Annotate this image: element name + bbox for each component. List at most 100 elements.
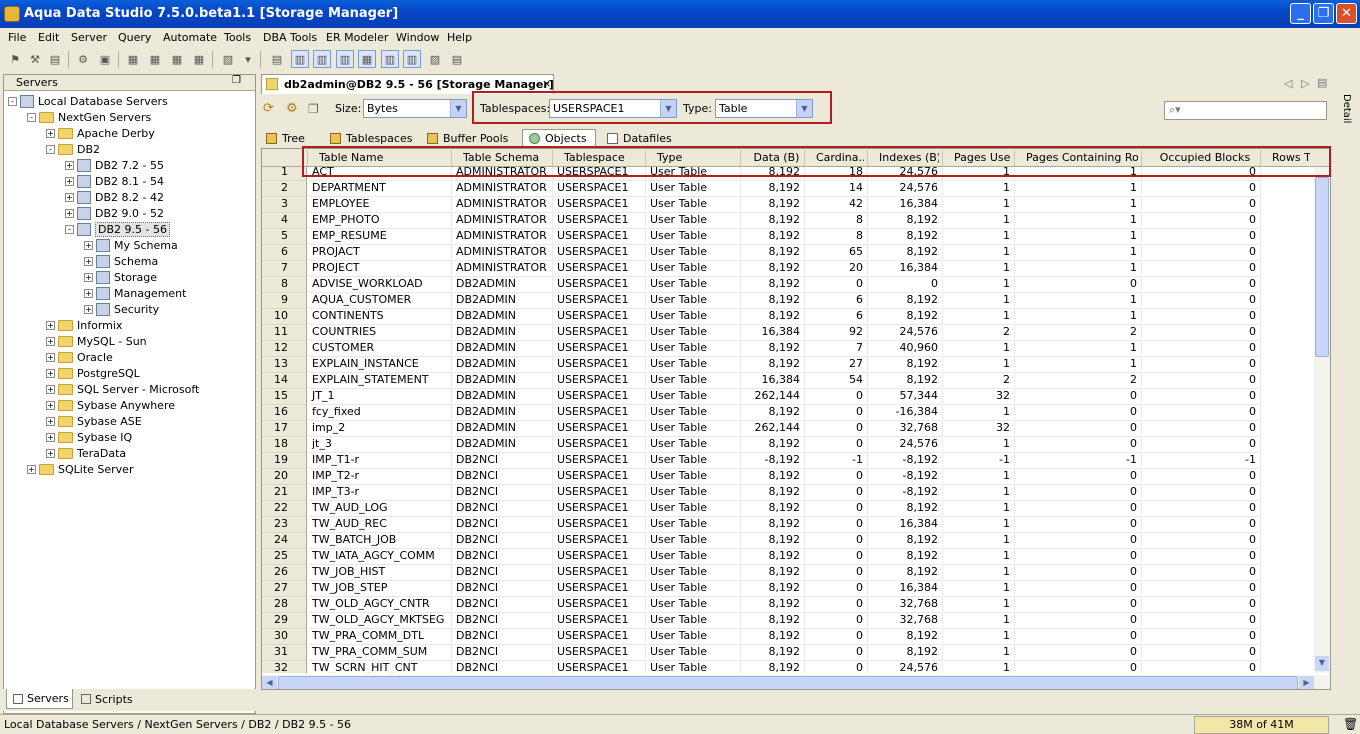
tab-list-icon[interactable]: ▤ [1317, 76, 1327, 89]
tree-node[interactable]: + Security [84, 301, 159, 317]
table-row[interactable]: 29 TW_OLD_AGCY_MKTSEG DB2NCI USERSPACE1 User… [262, 613, 1314, 629]
tree-node[interactable]: + DB2 8.1 - 54 [65, 173, 164, 189]
expand-icon[interactable]: + [46, 128, 55, 138]
menu-er-modeler[interactable]: ER Modeler [326, 31, 388, 44]
table-row[interactable]: 6 PROJACT ADMINISTRATOR USERSPACE1 User Tabl… [262, 245, 1314, 261]
table-row[interactable]: 25 TW_IATA_AGCY_COMM DB2NCI USERSPACE1 User … [262, 549, 1314, 565]
tree-node[interactable]: + DB2 7.2 - 55 [65, 157, 164, 173]
tree-node[interactable]: + Storage [84, 269, 157, 285]
row-number[interactable]: 18 [262, 437, 307, 453]
tab-scroll-right-icon[interactable]: ▷ [1301, 77, 1309, 90]
tree-node[interactable]: + SQLite Server [27, 461, 133, 477]
row-number[interactable]: 30 [262, 629, 307, 645]
tree-node[interactable]: + Sybase IQ [46, 429, 132, 445]
tablespaces-select[interactable]: USERSPACE1 ▼ [549, 99, 677, 118]
memory-indicator[interactable]: 38M of 41M [1194, 716, 1329, 734]
script-icon[interactable]: ▧ [219, 50, 237, 68]
tree-node[interactable]: + SQL Server - Microsoft [46, 381, 199, 397]
tab-tablespaces[interactable]: Tablespaces [330, 129, 412, 147]
table-row[interactable]: 28 TW_OLD_AGCY_CNTR DB2NCI USERSPACE1 User T… [262, 597, 1314, 613]
table-row[interactable]: 24 TW_BATCH_JOB DB2NCI USERSPACE1 User Table… [262, 533, 1314, 549]
table-row[interactable]: 12 CUSTOMER DB2ADMIN USERSPACE1 User Table 8,… [262, 341, 1314, 357]
vertical-scrollbar[interactable]: ▼ [1314, 167, 1330, 673]
expand-icon[interactable]: + [84, 304, 93, 314]
row-number[interactable]: 13 [262, 357, 307, 373]
tab-datafiles[interactable]: Datafiles [607, 129, 672, 147]
table-row[interactable]: 22 TW_AUD_LOG DB2NCI USERSPACE1 User Table 8,… [262, 501, 1314, 517]
row-number[interactable]: 16 [262, 405, 307, 421]
table-row[interactable]: 2 DEPARTMENT ADMINISTRATOR USERSPACE1 User T… [262, 181, 1314, 197]
refresh-icon[interactable]: ⟳ [263, 101, 274, 116]
menu-server[interactable]: Server [71, 31, 107, 44]
expand-icon[interactable]: + [27, 464, 36, 474]
tree-node[interactable]: + Oracle [46, 349, 113, 365]
menu-automate[interactable]: Automate [163, 31, 217, 44]
tab-objects[interactable]: Objects [522, 129, 596, 147]
chart-icon[interactable]: ▨ [426, 50, 444, 68]
table-row[interactable]: 17 imp_2 DB2ADMIN USERSPACE1 User Table 262,1… [262, 421, 1314, 437]
hscroll-thumb[interactable] [278, 676, 1298, 689]
horizontal-scrollbar[interactable]: ◀ ▶ [262, 675, 1330, 689]
tree-node[interactable]: + Sybase Anywhere [46, 397, 175, 413]
row-number[interactable]: 4 [262, 213, 307, 229]
expand-icon[interactable]: + [46, 336, 55, 346]
server-properties-icon[interactable]: ▤ [46, 50, 64, 68]
row-number[interactable]: 25 [262, 549, 307, 565]
tree-node[interactable]: - Local Database Servers [8, 93, 168, 109]
expand-icon[interactable]: + [46, 432, 55, 442]
row-number[interactable]: 23 [262, 517, 307, 533]
tree-node[interactable]: + My Schema [84, 237, 178, 253]
tree-node[interactable]: + Sybase ASE [46, 413, 142, 429]
menu-tools[interactable]: Tools [224, 31, 251, 44]
table-row[interactable]: 5 EMP_RESUME ADMINISTRATOR USERSPACE1 User T… [262, 229, 1314, 245]
row-number[interactable]: 15 [262, 389, 307, 405]
register-server-icon[interactable]: ⚑ [6, 50, 24, 68]
table-row[interactable]: 3 EMPLOYEE ADMINISTRATOR USERSPACE1 User Tab… [262, 197, 1314, 213]
row-number[interactable]: 8 [262, 277, 307, 293]
row-number[interactable]: 5 [262, 229, 307, 245]
row-number[interactable]: 27 [262, 581, 307, 597]
row-number[interactable]: 19 [262, 453, 307, 469]
trash-icon[interactable]: 🗑 [1343, 717, 1358, 731]
scroll-right-icon[interactable]: ▶ [1299, 676, 1314, 689]
menu-dba-tools[interactable]: DBA Tools [263, 31, 317, 44]
tree-node[interactable]: + DB2 9.0 - 52 [65, 205, 164, 221]
table-row[interactable]: 21 IMP_T3-r DB2NCI USERSPACE1 User Table 8,19… [262, 485, 1314, 501]
row-number[interactable]: 24 [262, 533, 307, 549]
scroll-left-icon[interactable]: ◀ [262, 676, 277, 689]
row-number[interactable]: 9 [262, 293, 307, 309]
tree-node[interactable]: + TeraData [46, 445, 126, 461]
expand-icon[interactable]: + [46, 352, 55, 362]
table-row[interactable]: 23 TW_AUD_REC DB2NCI USERSPACE1 User Table 8,… [262, 517, 1314, 533]
expand-icon[interactable]: + [46, 416, 55, 426]
type-select[interactable]: Table ▼ [715, 99, 813, 118]
row-number[interactable]: 6 [262, 245, 307, 261]
table-row[interactable]: 31 TW_PRA_COMM_SUM DB2NCI USERSPACE1 User Ta… [262, 645, 1314, 661]
copy-icon[interactable]: ❐ [308, 102, 319, 116]
tree-node[interactable]: + Informix [46, 317, 122, 333]
security-manager-icon[interactable]: ▥ [381, 50, 399, 68]
collapse-icon[interactable]: - [8, 96, 17, 106]
menu-help[interactable]: Help [447, 31, 472, 44]
expand-icon[interactable]: + [84, 240, 93, 250]
row-number[interactable]: 3 [262, 197, 307, 213]
connect-icon[interactable]: ⚙ [74, 50, 92, 68]
tree-node[interactable]: + DB2 8.2 - 42 [65, 189, 164, 205]
tab-tree[interactable]: Tree [266, 129, 305, 147]
row-number[interactable]: 17 [262, 421, 307, 437]
collapse-icon[interactable]: - [46, 144, 55, 154]
row-number[interactable]: 21 [262, 485, 307, 501]
table-row[interactable]: 13 EXPLAIN_INSTANCE DB2ADMIN USERSPACE1 User… [262, 357, 1314, 373]
storage-manager-icon[interactable]: ▤ [268, 50, 286, 68]
expand-icon[interactable]: + [46, 368, 55, 378]
scroll-down-icon[interactable]: ▼ [1315, 656, 1329, 671]
table-row[interactable]: 8 ADVISE_WORKLOAD DB2ADMIN USERSPACE1 User T… [262, 277, 1314, 293]
tab-scripts[interactable]: Scripts [75, 689, 137, 709]
close-icon[interactable]: × [542, 77, 551, 90]
table-row[interactable]: 27 TW_JOB_STEP DB2NCI USERSPACE1 User Table 8… [262, 581, 1314, 597]
session-manager-icon[interactable]: ▥ [313, 50, 331, 68]
edit-server-icon[interactable]: ⚒ [26, 50, 44, 68]
tab-buffer-pools[interactable]: Buffer Pools [427, 129, 508, 147]
log-manager-icon[interactable]: ▥ [403, 50, 421, 68]
tree-node[interactable]: + PostgreSQL [46, 365, 140, 381]
